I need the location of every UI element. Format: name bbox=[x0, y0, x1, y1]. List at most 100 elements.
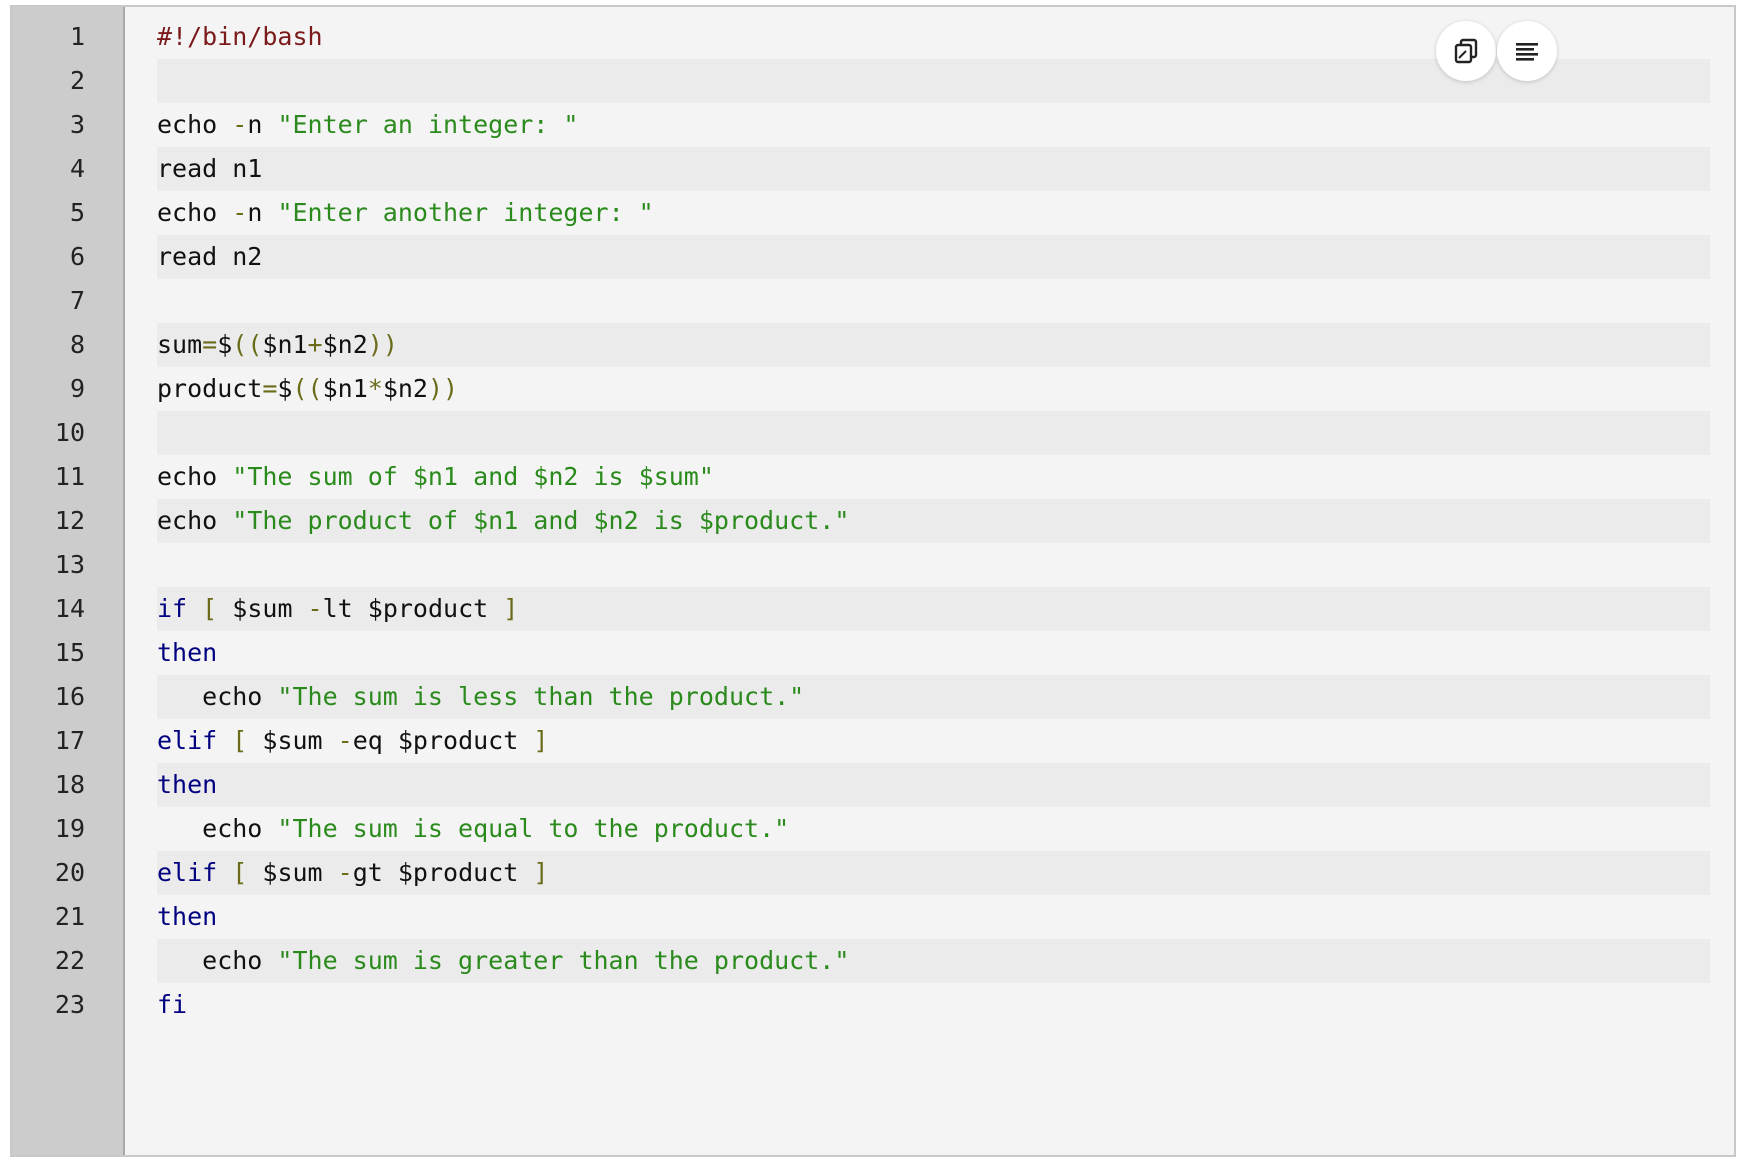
code-line: echo -n "Enter another integer: " bbox=[157, 191, 1710, 235]
code-token-op: )) bbox=[427, 374, 459, 403]
code-token-str: "The sum is greater than the product." bbox=[277, 946, 850, 975]
line-number: 23 bbox=[54, 990, 85, 1019]
code-token-op: = bbox=[262, 374, 278, 403]
code-token-plain: $ bbox=[217, 330, 233, 359]
code-line: echo "The product of $n1 and $n2 is $pro… bbox=[157, 499, 1710, 543]
line-number: 2 bbox=[69, 66, 85, 95]
code-token-op: ] bbox=[533, 726, 549, 755]
line-number: 16 bbox=[54, 682, 85, 711]
code-token-str: "Enter another integer: " bbox=[277, 198, 654, 227]
code-token-kw: then bbox=[157, 770, 218, 799]
code-token-op: ] bbox=[503, 594, 519, 623]
code-token-kw: fi bbox=[157, 990, 188, 1019]
code-token-op: - bbox=[232, 110, 248, 139]
code-token-plain: echo bbox=[157, 506, 233, 535]
code-token-kw: then bbox=[157, 638, 218, 667]
line-number: 8 bbox=[69, 330, 85, 359]
code-token-op: ] bbox=[533, 858, 549, 887]
code-token-plain: sum bbox=[157, 330, 203, 359]
line-number: 12 bbox=[54, 506, 85, 535]
code-token-plain: echo bbox=[157, 198, 233, 227]
code-block: 1 2 3 4 5 6 7 8 9 10 11 12 13 14 15 16 17 18 19 20 21 22 23 #!… bbox=[10, 5, 1736, 1157]
line-number: 4 bbox=[69, 154, 85, 183]
code-token-str: "The sum is equal to the product." bbox=[277, 814, 790, 843]
line-number: 17 bbox=[54, 726, 85, 755]
line-number: 19 bbox=[54, 814, 85, 843]
code-token-kw: if bbox=[157, 594, 188, 623]
line-number-gutter: 1 2 3 4 5 6 7 8 9 10 11 12 13 14 15 16 17 18 19 20 21 22 23 bbox=[12, 7, 125, 1155]
code-token-op: [ bbox=[232, 726, 248, 755]
code-token-plain: n bbox=[247, 198, 278, 227]
line-number: 7 bbox=[69, 286, 85, 315]
line-number: 15 bbox=[54, 638, 85, 667]
code-token-plain: $sum bbox=[217, 594, 308, 623]
code-token-plain: $n2 bbox=[322, 330, 368, 359]
code-line: then bbox=[157, 895, 1710, 939]
code-token-op: - bbox=[337, 858, 353, 887]
code-token-op: [ bbox=[202, 594, 218, 623]
code-token-plain: read n1 bbox=[157, 154, 263, 183]
code-token-plain: $ bbox=[277, 374, 293, 403]
code-token-plain: $sum bbox=[247, 858, 338, 887]
line-number: 18 bbox=[54, 770, 85, 799]
code-token-plain: read n2 bbox=[157, 242, 263, 271]
code-line: echo "The sum is equal to the product." bbox=[157, 807, 1710, 851]
code-token-op: (( bbox=[292, 374, 323, 403]
code-token-op: - bbox=[232, 198, 248, 227]
code-token-plain: product bbox=[157, 374, 263, 403]
line-number: 5 bbox=[69, 198, 85, 227]
code-token-plain: n bbox=[247, 110, 278, 139]
code-token-plain: $n1 bbox=[322, 374, 368, 403]
code-token-plain: echo bbox=[157, 814, 278, 843]
line-number: 20 bbox=[54, 858, 85, 887]
line-number: 3 bbox=[69, 110, 85, 139]
code-token-kw: then bbox=[157, 902, 218, 931]
code-line: elif [ $sum -gt $product ] bbox=[157, 851, 1710, 895]
code-token-plain: $n1 bbox=[262, 330, 308, 359]
line-number: 1 bbox=[69, 22, 85, 51]
line-number: 11 bbox=[54, 462, 85, 491]
code-line: read n1 bbox=[157, 147, 1710, 191]
code-line: echo -n "Enter an integer: " bbox=[157, 103, 1710, 147]
code-token-op: * bbox=[367, 374, 383, 403]
code-line: echo "The sum is greater than the produc… bbox=[157, 939, 1710, 983]
code-token-op: + bbox=[307, 330, 323, 359]
code-token-op: - bbox=[337, 726, 353, 755]
code-line: elif [ $sum -eq $product ] bbox=[157, 719, 1710, 763]
code-token-plain: echo bbox=[157, 462, 233, 491]
line-number: 13 bbox=[54, 550, 85, 579]
code-token-kw: elif bbox=[157, 726, 218, 755]
toggle-wrap-button[interactable] bbox=[1497, 21, 1557, 81]
code-token-str: "The sum of $n1 and $n2 is $sum" bbox=[232, 462, 714, 491]
code-token-plain: echo bbox=[157, 110, 233, 139]
code-token-op: )) bbox=[367, 330, 398, 359]
code-area[interactable]: #!/bin/bash echo -n "Enter an integer: " r… bbox=[125, 7, 1734, 1155]
line-number: 14 bbox=[54, 594, 85, 623]
code-token-plain: lt $product bbox=[322, 594, 504, 623]
copy-icon bbox=[1454, 38, 1478, 64]
line-number: 6 bbox=[69, 242, 85, 271]
copy-code-button[interactable] bbox=[1436, 21, 1496, 81]
code-token-op: = bbox=[202, 330, 218, 359]
line-number: 21 bbox=[54, 902, 85, 931]
code-token-str: "Enter an integer: " bbox=[277, 110, 579, 139]
code-line: echo "The sum is less than the product." bbox=[157, 675, 1710, 719]
code-line: then bbox=[157, 763, 1710, 807]
code-token-str: "The product of $n1 and $n2 is $product.… bbox=[232, 506, 850, 535]
code-token-plain: $n2 bbox=[382, 374, 428, 403]
code-token-plain: echo bbox=[157, 946, 278, 975]
code-token-plain: echo bbox=[157, 682, 278, 711]
code-line: if [ $sum -lt $product ] bbox=[157, 587, 1710, 631]
code-token-str: "The sum is less than the product." bbox=[277, 682, 805, 711]
code-token-plain: $sum bbox=[247, 726, 338, 755]
code-line bbox=[157, 411, 1710, 455]
code-token-kw: elif bbox=[157, 858, 218, 887]
line-number: 22 bbox=[54, 946, 85, 975]
code-line: echo "The sum of $n1 and $n2 is $sum" bbox=[157, 455, 1710, 499]
code-line: then bbox=[157, 631, 1710, 675]
code-token-op: - bbox=[307, 594, 323, 623]
code-token-shebang: #!/bin/bash bbox=[157, 22, 323, 51]
